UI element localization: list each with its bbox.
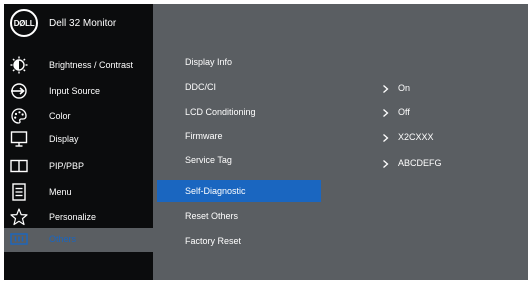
sidebar-item-label: PIP/PBP [49,161,85,171]
chevron-right-icon [383,134,389,142]
firmware-value: X2CXXX [398,132,434,142]
lcd-conditioning-value: Off [398,107,410,117]
monitor-title: Dell 32 Monitor [49,18,117,29]
others-icon [10,233,28,245]
brand-header: DØLL Dell 32 Monitor [4,4,153,44]
osd-menu: DØLL Dell 32 Monitor Brightness / Contra… [4,4,528,280]
color-palette-icon [11,108,27,124]
menu-item-label: Self-Diagnostic [185,186,246,196]
pip-pbp-icon [10,159,28,173]
chevron-right-icon [383,160,389,168]
menu-item-label: Firmware [185,131,223,141]
sidebar-item-menu[interactable]: Menu [4,181,153,205]
sidebar-item-label: Color [49,111,71,121]
logo-text: DØLL [13,19,35,28]
sidebar-item-label: Menu [49,187,72,197]
sidebar-item-others[interactable]: Others [4,228,153,252]
menu-item-label: Service Tag [185,155,232,165]
sidebar-item-input-source[interactable]: Input Source [4,80,153,104]
menu-item-label: Display Info [185,57,233,67]
chevron-right-icon [383,109,389,117]
sidebar-item-display[interactable]: Display [4,128,153,152]
sidebar-item-color[interactable]: Color [4,105,153,129]
menu-item-service-tag[interactable]: Service Tag [157,149,321,171]
menu-item-lcd-conditioning[interactable]: LCD Conditioning [157,101,321,123]
chevron-right-icon [383,85,389,93]
sidebar-item-personalize[interactable]: Personalize [4,206,153,230]
menu-item-firmware[interactable]: Firmware [157,125,321,147]
dell-logo: DØLL [10,9,38,37]
sidebar-item-brightness-contrast[interactable]: Brightness / Contrast [4,54,153,78]
menu-item-factory-reset[interactable]: Factory Reset [157,230,321,252]
sidebar-item-label: Input Source [49,86,101,96]
menu-item-self-diagnostic[interactable]: Self-Diagnostic [157,180,321,202]
service-tag-value: ABCDEFG [398,158,442,168]
menu-item-ddc-ci[interactable]: DDC/CI [157,76,321,98]
menu-item-display-info[interactable]: Display Info [157,51,321,73]
star-icon [10,208,28,226]
display-icon [10,131,28,147]
menu-item-label: DDC/CI [185,82,216,92]
menu-item-label: Reset Others [185,211,239,221]
menu-item-label: LCD Conditioning [185,107,256,117]
menu-item-reset-others[interactable]: Reset Others [157,205,321,227]
input-source-icon [11,83,27,99]
sidebar-item-label: Brightness / Contrast [49,60,134,70]
sidebar-item-label: Display [49,134,79,144]
sidebar-item-label: Others [49,234,77,244]
sidebar-item-pip-pbp[interactable]: PIP/PBP [4,155,153,179]
menu-item-label: Factory Reset [185,236,242,246]
sidebar-item-label: Personalize [49,212,97,222]
ddc-ci-value: On [398,83,411,93]
menu-icon [12,183,26,201]
sidebar: DØLL Dell 32 Monitor Brightness / Contra… [4,4,153,280]
brightness-icon [10,56,28,74]
